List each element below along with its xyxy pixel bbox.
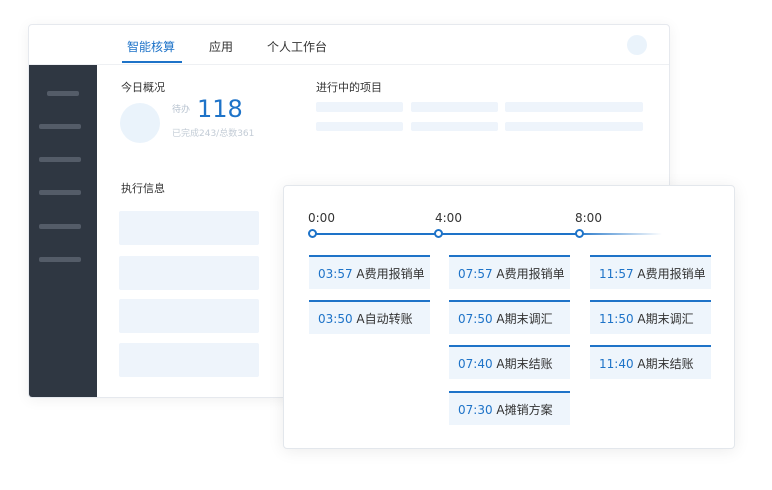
project-placeholder <box>505 122 643 131</box>
task-time: 03:57 <box>318 267 353 281</box>
timeline-panel: 0:00 4:00 8:00 03:57 A费用报销单 03:50 A自动转账 … <box>283 185 735 449</box>
timeline-marker <box>308 229 317 238</box>
task-time: 11:40 <box>599 357 634 371</box>
task-name: A期末结账 <box>637 357 694 371</box>
execution-placeholder <box>119 299 259 333</box>
time-label: 8:00 <box>575 211 602 225</box>
task-card[interactable]: 07:50 A期末调汇 <box>449 300 570 334</box>
task-name: A期末结账 <box>496 357 553 371</box>
top-nav: 智能核算 应用 个人工作台 <box>29 25 669 65</box>
sidebar-item[interactable] <box>39 224 81 229</box>
time-label: 4:00 <box>435 211 462 225</box>
task-card[interactable]: 03:57 A费用报销单 <box>309 255 430 289</box>
task-name: A自动转账 <box>356 312 413 326</box>
timeline-marker <box>575 229 584 238</box>
sidebar-item[interactable] <box>47 91 79 96</box>
task-name: A费用报销单 <box>356 267 425 281</box>
project-placeholder <box>411 102 498 112</box>
overview-circle-icon <box>120 103 160 143</box>
timeline-axis <box>312 233 662 235</box>
task-name: A期末调汇 <box>637 312 694 326</box>
todo-count: 118 <box>197 95 243 123</box>
task-card[interactable]: 03:50 A自动转账 <box>309 300 430 334</box>
task-card[interactable]: 07:40 A期末结账 <box>449 345 570 379</box>
active-tab-indicator <box>122 61 182 63</box>
avatar[interactable] <box>627 35 647 55</box>
task-name: A期末调汇 <box>496 312 553 326</box>
execution-title: 执行信息 <box>121 182 165 195</box>
sidebar-item[interactable] <box>39 257 81 262</box>
task-card[interactable]: 11:57 A费用报销单 <box>590 255 711 289</box>
task-time: 07:50 <box>458 312 493 326</box>
tab-personal-workbench[interactable]: 个人工作台 <box>267 38 327 55</box>
project-placeholder <box>505 102 643 112</box>
completion-summary: 已完成243/总数361 <box>172 129 255 139</box>
timeline-marker <box>434 229 443 238</box>
execution-placeholder <box>119 343 259 377</box>
task-card[interactable]: 07:57 A费用报销单 <box>449 255 570 289</box>
task-name: A费用报销单 <box>496 267 565 281</box>
task-time: 07:40 <box>458 357 493 371</box>
task-time: 07:30 <box>458 403 493 417</box>
task-time: 03:50 <box>318 312 353 326</box>
execution-placeholder <box>119 256 259 290</box>
sidebar <box>29 65 97 397</box>
tab-applications[interactable]: 应用 <box>209 38 233 55</box>
task-time: 11:50 <box>599 312 634 326</box>
task-time: 11:57 <box>599 267 634 281</box>
sidebar-item[interactable] <box>39 124 81 129</box>
todo-label: 待办 <box>172 105 191 115</box>
execution-placeholder <box>119 211 259 245</box>
projects-title: 进行中的项目 <box>316 81 382 94</box>
task-name: A费用报销单 <box>637 267 706 281</box>
stage: 智能核算 应用 个人工作台 今日概况 待办 118 已完成243/总数361 进… <box>0 0 772 490</box>
project-placeholder <box>411 122 498 131</box>
task-name: A摊销方案 <box>496 403 553 417</box>
sidebar-item[interactable] <box>39 190 81 195</box>
sidebar-item[interactable] <box>39 157 81 162</box>
task-time: 07:57 <box>458 267 493 281</box>
task-card[interactable]: 11:50 A期末调汇 <box>590 300 711 334</box>
task-card[interactable]: 11:40 A期末结账 <box>590 345 711 379</box>
task-card[interactable]: 07:30 A摊销方案 <box>449 391 570 425</box>
project-placeholder <box>316 122 403 131</box>
tab-smart-accounting[interactable]: 智能核算 <box>127 38 175 55</box>
project-placeholder <box>316 102 403 112</box>
overview-title: 今日概况 <box>121 81 165 94</box>
time-label: 0:00 <box>308 211 335 225</box>
